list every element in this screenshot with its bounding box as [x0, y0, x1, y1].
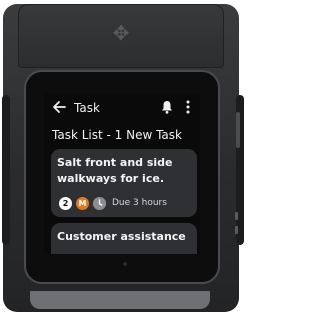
task-title: Customer assistance [57, 230, 186, 243]
clock-icon [93, 197, 106, 210]
wearable-device: ✥ Task Task List - 1 New Task Salt front… [0, 0, 246, 315]
sensor-dot [123, 262, 127, 266]
assignee-badge: M [76, 197, 89, 210]
due-time: Due 3 hours [112, 198, 167, 208]
bell-icon[interactable] [161, 100, 173, 114]
device-screen: Task Task List - 1 New Task Salt front a… [44, 94, 200, 254]
task-title: Salt front and side walkways for ice. [57, 156, 173, 185]
brand-logo-icon: ✥ [112, 21, 130, 45]
back-arrow-icon[interactable] [52, 100, 66, 114]
app-bar-title: Task [74, 101, 100, 115]
task-list-heading: Task List - 1 New Task [52, 128, 182, 142]
device-bottom-bar [30, 291, 210, 309]
device-side-notch [235, 212, 238, 220]
more-vert-icon[interactable] [185, 100, 191, 114]
app-bar: Task [44, 94, 200, 122]
device-side-button[interactable] [236, 112, 240, 148]
count-badge: 2 [59, 197, 72, 210]
task-card[interactable]: Salt front and side walkways for ice. 2 … [51, 149, 197, 217]
device-side-notch [235, 226, 238, 234]
task-card[interactable]: Customer assistance [51, 223, 197, 254]
device-side-left [2, 95, 10, 245]
